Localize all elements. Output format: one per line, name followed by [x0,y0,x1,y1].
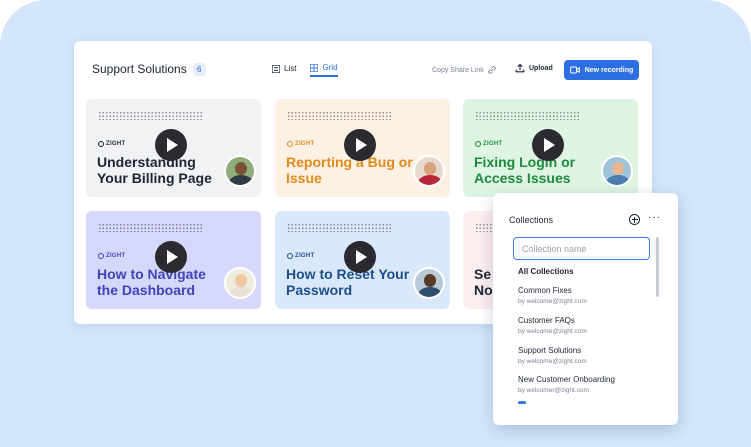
avatar-body [418,175,442,185]
brand-name: ZIGHT [106,141,126,147]
play-icon[interactable] [155,241,187,273]
avatar-body [229,287,253,297]
zight-logo-icon [287,253,293,259]
video-card[interactable]: ZIGHT Reporting a Bug or Issue [275,99,450,197]
new-recording-label: New recording [584,66,634,74]
brand-label: ZIGHT [98,253,126,259]
avatar [413,267,445,299]
upload-icon [515,63,525,73]
avatar-body [606,175,630,185]
page-title-text: Support Solutions [92,62,187,76]
collection-owner: by welcome@zight.com [518,298,587,305]
dot-pattern [287,223,391,232]
more-options-icon[interactable]: ··· [648,213,661,223]
video-card[interactable]: ZIGHT Understanding Your Billing Page [86,99,261,197]
tab-list[interactable]: List [272,63,296,77]
tab-list-label: List [284,64,297,73]
view-toggle: List Grid [272,63,338,77]
brand-name: ZIGHT [106,253,126,259]
add-collection-icon[interactable] [629,214,640,225]
brand-name: ZIGHT [295,141,315,147]
avatar-head [235,162,247,175]
avatar-body [229,175,253,185]
collection-name: Common Fixes [518,286,572,295]
copy-share-link[interactable]: Copy Share Link [432,66,496,74]
avatar-head [235,274,247,287]
zight-logo-icon [475,141,481,147]
collection-item[interactable]: Support Solutions by welcome@zight.com [518,346,658,365]
collections-popover: Collections ··· All Collections Common F… [493,193,678,425]
play-icon[interactable] [344,129,376,161]
collection-name: Customer FAQs [518,316,575,325]
avatar-body [418,287,442,297]
video-camera-icon [569,66,580,74]
avatar [601,155,633,187]
tab-grid[interactable]: Grid [310,63,338,77]
copy-share-link-label: Copy Share Link [432,66,484,74]
list-icon [272,64,280,73]
collection-item[interactable]: Customer FAQs by welcome@zight.com [518,316,658,335]
item-count-badge: 6 [192,62,206,76]
play-icon[interactable] [155,129,187,161]
avatar-head [424,162,436,175]
brand-name: ZIGHT [295,253,315,259]
brand-label: ZIGHT [475,141,503,147]
brand-label: ZIGHT [287,253,315,259]
link-icon [488,66,496,74]
avatar [224,267,256,299]
dot-pattern [287,111,391,120]
collection-owner: by welcome@zight.com [518,358,587,365]
play-icon[interactable] [344,241,376,273]
video-card[interactable]: ZIGHT How to Reset Your Password [275,211,450,309]
collection-item[interactable]: New Customer Onboarding by welcomer@zigh… [518,375,658,394]
library-header: Support Solutions 6 List Grid Copy Share… [74,41,652,97]
next-item-indicator [518,401,526,404]
tab-grid-label: Grid [322,63,338,72]
collection-name-input[interactable] [513,237,650,260]
collection-name: Support Solutions [518,346,582,355]
avatar-head [424,274,436,287]
collection-item[interactable]: Common Fixes by welcome@zight.com [518,286,658,305]
upload-button[interactable]: Upload [515,63,553,73]
video-card[interactable]: ZIGHT Fixing Login or Access Issues [463,99,638,197]
new-recording-button[interactable]: New recording [564,60,639,80]
zight-logo-icon [98,141,104,147]
collection-owner: by welcome@zight.com [518,328,587,335]
play-icon[interactable] [532,129,564,161]
zight-logo-icon [98,253,104,259]
video-card[interactable]: ZIGHT How to Navigate the Dashboard [86,211,261,309]
brand-label: ZIGHT [98,141,126,147]
dot-pattern [475,111,579,120]
grid-icon [310,63,319,72]
collections-title: Collections [509,215,554,225]
dot-pattern [98,111,202,120]
brand-label: ZIGHT [287,141,315,147]
dot-pattern [98,223,202,232]
all-collections-item[interactable]: All Collections [518,267,574,276]
collection-owner: by welcomer@zight.com [518,387,589,394]
collection-name: New Customer Onboarding [518,375,615,384]
page-title: Support Solutions 6 [92,62,206,76]
avatar [413,155,445,187]
avatar-head [612,162,624,175]
zight-logo-icon [287,141,293,147]
upload-label: Upload [529,64,553,72]
brand-name: ZIGHT [483,141,503,147]
avatar [224,155,256,187]
